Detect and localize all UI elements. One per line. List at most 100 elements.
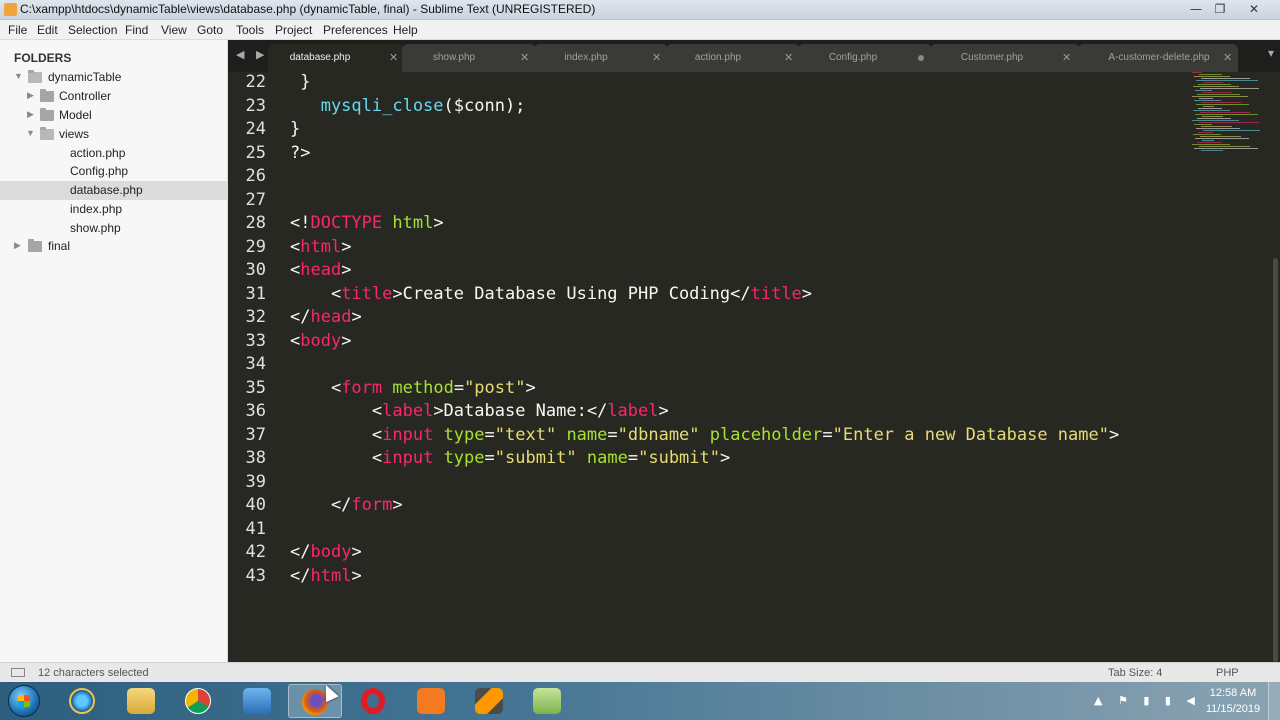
clock-time[interactable]: 12:58 AM <box>1200 687 1266 699</box>
line-number: 26 <box>245 166 266 186</box>
taskbar-file-explorer[interactable] <box>114 684 168 718</box>
tab-close-icon[interactable]: ✕ <box>652 51 661 64</box>
minimap-line <box>1201 102 1241 103</box>
taskbar-sublime-text[interactable] <box>462 684 516 718</box>
taskbar-notepad[interactable] <box>520 684 574 718</box>
menu-tools[interactable]: Tools <box>236 23 264 37</box>
minimap-line <box>1199 98 1213 99</box>
sidebar-item-config-php[interactable]: Config.php <box>0 162 227 181</box>
taskbar-xampp[interactable] <box>404 684 458 718</box>
menu-selection[interactable]: Selection <box>68 23 117 37</box>
taskbar-opera[interactable] <box>346 684 400 718</box>
menu-view[interactable]: View <box>161 23 187 37</box>
code-text: </html> <box>290 565 362 586</box>
line-number: 25 <box>245 142 266 163</box>
tab-close-icon[interactable]: ✕ <box>389 51 398 64</box>
sidebar-item-views[interactable]: ▼ views <box>0 125 227 144</box>
minimap-line <box>1192 72 1202 73</box>
collapse-arrow-icon[interactable]: ▶ <box>27 90 34 101</box>
system-tray-icons[interactable]: ▲ ⚑ ▮ ▮ ◀ <box>1094 694 1201 707</box>
tab-database-php[interactable]: database.php ✕ <box>268 44 404 72</box>
internet-explorer-icon <box>69 688 95 714</box>
menu-project[interactable]: Project <box>275 23 312 37</box>
sidebar-item-show-php[interactable]: show.php <box>0 219 227 238</box>
minimap-line <box>1202 140 1214 141</box>
tab-size-setting[interactable]: Tab Size: 4 <box>1108 667 1162 679</box>
sidebar-item-index-php[interactable]: index.php <box>0 200 227 219</box>
sidebar-item-controller[interactable]: ▶ Controller <box>0 87 227 106</box>
tab-close-icon[interactable]: ✕ <box>1223 51 1232 64</box>
line-number: 42 <box>245 542 266 562</box>
line-number: 24 <box>245 119 266 139</box>
collapse-arrow-icon[interactable]: ▶ <box>27 109 34 120</box>
menu-edit[interactable]: Edit <box>37 23 58 37</box>
folder-open-icon <box>28 70 42 83</box>
syntax-setting[interactable]: PHP <box>1216 667 1239 679</box>
code-text: <body> <box>290 330 352 351</box>
expand-arrow-icon[interactable]: ▼ <box>14 71 23 81</box>
folder-icon <box>40 108 54 121</box>
taskbar-internet-explorer[interactable] <box>56 684 110 718</box>
tab-dropdown-icon[interactable]: ▾ <box>1268 46 1274 60</box>
minimap[interactable] <box>1192 72 1268 162</box>
taskbar-media-player[interactable] <box>230 684 284 718</box>
tab-show-php[interactable]: show.php ✕ <box>402 44 536 72</box>
minimap-line <box>1200 112 1250 113</box>
tab-index-php[interactable]: index.php ✕ <box>534 44 668 72</box>
status-bar: 12 characters selected Tab Size: 4 PHP <box>0 662 1280 682</box>
minimap-line <box>1196 104 1249 105</box>
sidebar-item-label: show.php <box>70 221 121 235</box>
folder-icon <box>40 89 54 102</box>
folder-open-icon <box>40 127 54 140</box>
minimap-line <box>1192 96 1248 97</box>
minimap-line <box>1198 108 1222 109</box>
unsaved-dot-icon[interactable] <box>918 55 924 61</box>
code-text: </body> <box>290 542 362 562</box>
tab-a-customer-delete-php[interactable]: A-customer-delete.php ✕ <box>1078 44 1238 72</box>
tab-label: action.php <box>694 52 742 63</box>
show-desktop-button[interactable] <box>1268 682 1280 720</box>
minimap-line <box>1203 82 1223 83</box>
sidebar-item-label: Config.php <box>70 164 129 178</box>
line-number: 39 <box>245 471 266 492</box>
maximize-button[interactable]: ❐ <box>1206 0 1234 18</box>
scrollbar-thumb[interactable] <box>1273 258 1278 662</box>
minimap-line <box>1201 78 1250 79</box>
tab-action-php[interactable]: action.php ✕ <box>666 44 800 72</box>
code-text: } <box>290 72 311 92</box>
sublime-text-icon <box>475 688 503 714</box>
clock-date[interactable]: 11/15/2019 <box>1200 703 1266 715</box>
code-text: <input type="submit" name="submit"> <box>290 448 731 468</box>
sidebar-item-final[interactable]: ▶ final <box>0 237 227 256</box>
sidebar-item-dynamictable[interactable]: ▼ dynamicTable <box>0 68 227 87</box>
panel-toggle-icon[interactable] <box>11 668 25 677</box>
minimap-line <box>1197 142 1222 143</box>
menu-file[interactable]: File <box>8 23 27 37</box>
close-button[interactable]: ✕ <box>1240 0 1268 18</box>
menu-find[interactable]: Find <box>125 23 148 37</box>
collapse-arrow-icon[interactable]: ▶ <box>14 240 21 251</box>
tab-config-php[interactable]: Config.php <box>798 44 932 72</box>
sidebar-item-model[interactable]: ▶ Model <box>0 106 227 125</box>
sidebar-item-database-php[interactable]: database.php <box>0 181 227 200</box>
folder-icon <box>28 239 42 252</box>
menu-preferences[interactable]: Preferences <box>323 23 388 37</box>
expand-arrow-icon[interactable]: ▼ <box>26 128 35 138</box>
start-button[interactable] <box>8 685 40 717</box>
code-text: <!DOCTYPE html> <box>290 213 444 233</box>
tab-close-icon[interactable]: ✕ <box>1062 51 1071 64</box>
sidebar-item-action-php[interactable]: action.php <box>0 144 227 163</box>
tab-close-icon[interactable]: ✕ <box>520 51 529 64</box>
taskbar-chrome[interactable] <box>172 684 226 718</box>
tab-nav-arrows-icon[interactable]: ◀ ▶ <box>236 48 268 61</box>
sidebar-item-label: dynamicTable <box>48 70 122 84</box>
menu-goto[interactable]: Goto <box>197 23 223 37</box>
vertical-scrollbar[interactable] <box>1270 72 1280 662</box>
menu-help[interactable]: Help <box>393 23 418 37</box>
code-editor[interactable]: 22 } 23 mysqli_close($conn); 24} 25 ?> 26 27 28… <box>228 72 1280 662</box>
tab-close-icon[interactable]: ✕ <box>784 51 793 64</box>
tab-label: Customer.php <box>960 52 1024 63</box>
minimap-line <box>1202 92 1232 93</box>
tab-customer-php[interactable]: Customer.php ✕ <box>930 44 1080 72</box>
minimap-line <box>1194 124 1212 125</box>
